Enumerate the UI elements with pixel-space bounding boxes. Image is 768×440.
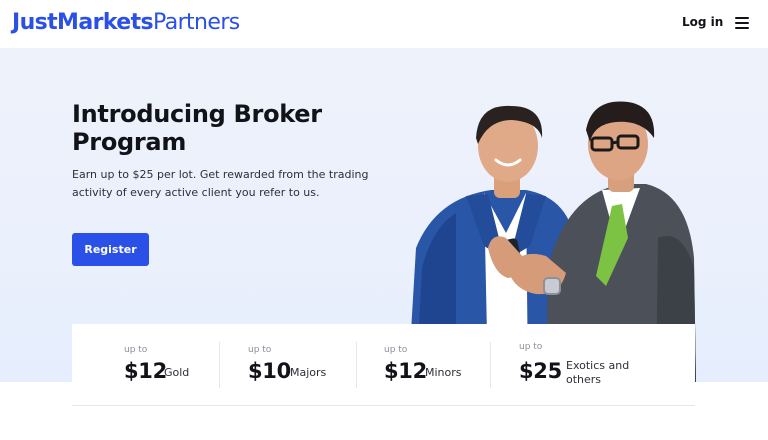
stat-amount: $25 (519, 359, 562, 383)
hero-description: Earn up to $25 per lot. Get rewarded fro… (72, 168, 369, 199)
site-header: JustMarketsPartners Log in (0, 0, 768, 48)
stat-amount: $12 (384, 359, 427, 383)
stat-prefix: up to (384, 345, 408, 355)
stat-divider (219, 342, 220, 388)
register-button[interactable]: Register (72, 233, 149, 266)
commission-stats-panel: up to $12 Gold up to $10 Majors up to $1… (72, 324, 695, 406)
stat-label: Minors (425, 366, 462, 379)
stat-amount: $10 (248, 359, 291, 383)
stat-divider (490, 342, 491, 388)
stat-label: Exotics and others (566, 359, 630, 386)
stat-prefix: up to (248, 345, 272, 355)
stat-divider (356, 342, 357, 388)
hamburger-menu-icon[interactable] (735, 17, 749, 29)
logo[interactable]: JustMarketsPartners (12, 9, 240, 37)
logo-sub: Partners (153, 10, 240, 35)
stat-amount: $12 (124, 359, 167, 383)
logo-brand: JustMarkets (12, 10, 154, 35)
login-link[interactable]: Log in (682, 15, 723, 29)
stat-label: Majors (290, 366, 327, 379)
stat-label: Gold (164, 366, 190, 379)
hero-title: Introducing Broker Program (72, 100, 322, 156)
stat-prefix: up to (124, 345, 148, 355)
wristwatch (543, 277, 561, 295)
stat-prefix: up to (519, 342, 543, 352)
